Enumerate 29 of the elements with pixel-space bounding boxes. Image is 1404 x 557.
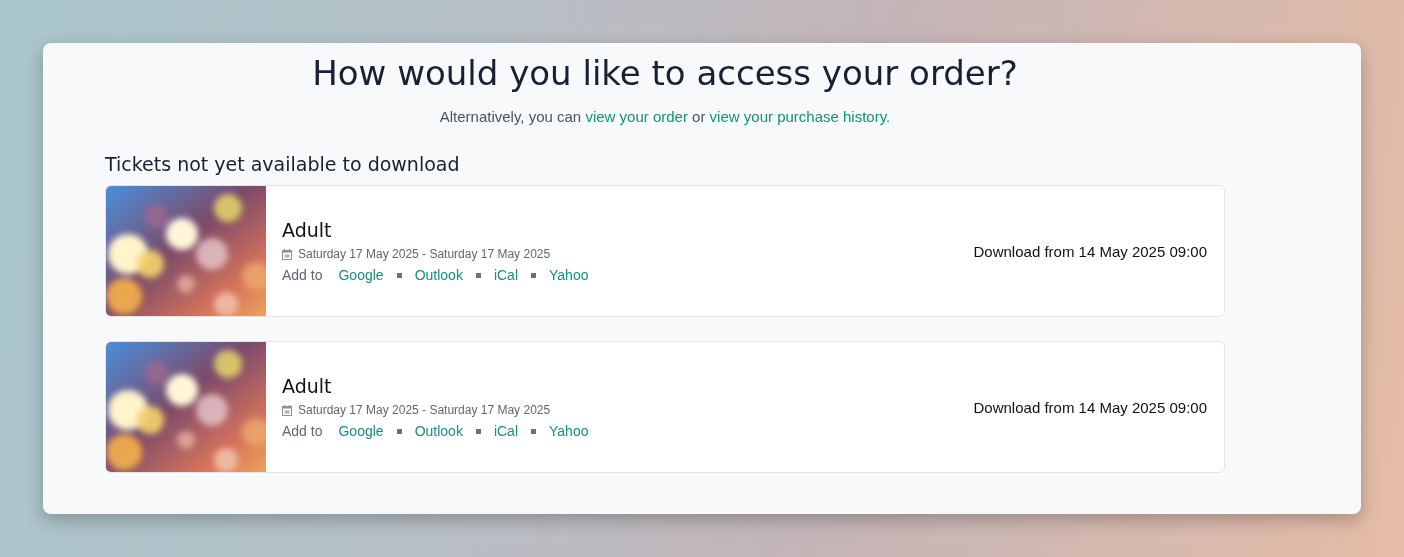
add-to-label: Add to (282, 423, 323, 439)
ticket-name: Adult (282, 375, 333, 397)
separator-icon (475, 428, 481, 434)
separator-icon (531, 428, 536, 434)
calendar-link[interactable]: Outlook (414, 423, 463, 439)
separator-icon (475, 272, 481, 278)
calendar-link[interactable]: Outlook (414, 267, 463, 283)
calendar-link[interactable]: Yahoo (549, 423, 589, 439)
calendar-link[interactable]: Yahoo (549, 267, 589, 283)
download-note: Download from 14 May 2025 09:00 (973, 242, 1208, 260)
calendar-icon (282, 404, 292, 416)
calendar-link[interactable]: Google (338, 267, 384, 283)
calendar-link[interactable]: iCal (493, 267, 518, 283)
section-title: Tickets not yet available to download (105, 153, 461, 175)
separator-icon (531, 272, 536, 278)
event-dates: Saturday 17 May 2025 - Saturday 17 May 2025 (298, 247, 551, 261)
calendar-link[interactable]: Google (338, 423, 384, 439)
link[interactable]: view your purchase history. (709, 108, 891, 125)
download-note: Download from 14 May 2025 09:00 (973, 398, 1208, 416)
alternative-text: Alternatively, you can view your order or view your purchase history. (438, 108, 892, 125)
separator-icon (396, 272, 402, 278)
add-to-label: Add to (282, 267, 323, 283)
event-dates: Saturday 17 May 2025 - Saturday 17 May 2025 (298, 403, 551, 417)
separator-icon (396, 428, 402, 434)
page-heading: How would you like to access your order? (311, 52, 1019, 95)
calendar-link[interactable]: iCal (493, 423, 518, 439)
link[interactable]: view your order (585, 108, 688, 125)
ticket-name: Adult (282, 219, 333, 241)
calendar-icon (282, 248, 292, 260)
